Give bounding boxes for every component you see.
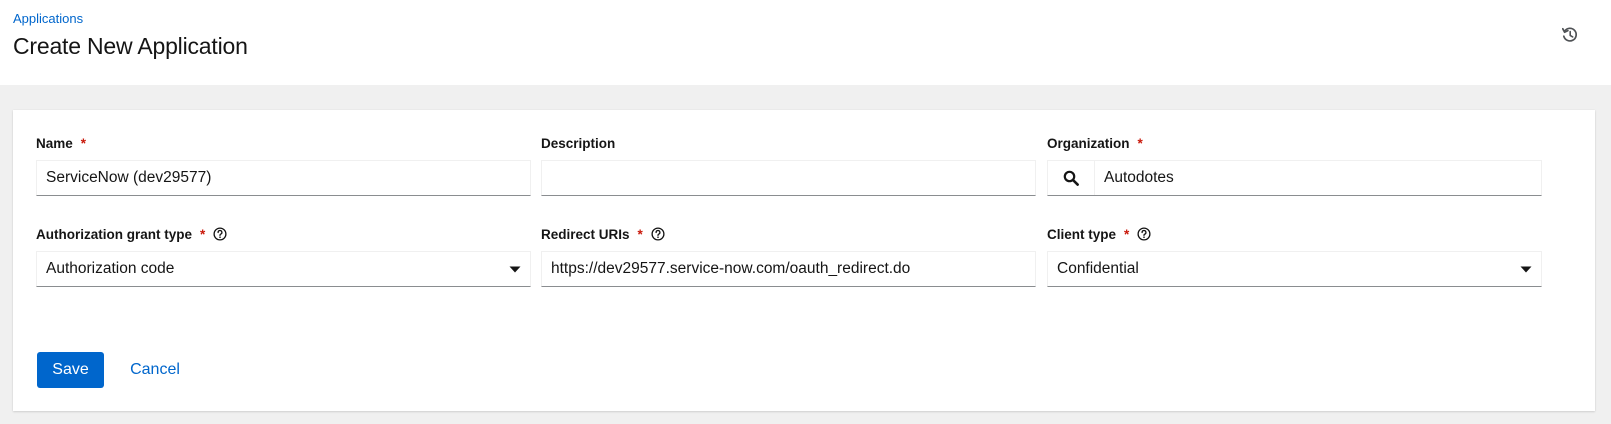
redirect-uris-label-row: Redirect URIs *: [541, 225, 1036, 243]
redirect-uris-input-wrapper: [541, 251, 1036, 287]
redirect-uris-input[interactable]: [542, 252, 1035, 286]
page-title: Create New Application: [13, 33, 248, 59]
redirect-uris-label: Redirect URIs: [541, 226, 630, 242]
help-icon: [213, 227, 227, 241]
redirect-uris-help-button[interactable]: [651, 227, 665, 241]
organization-lookup: [1047, 160, 1542, 196]
grant-type-help-button[interactable]: [213, 227, 227, 241]
grant-type-select[interactable]: Authorization code: [36, 251, 531, 287]
grant-type-label-row: Authorization grant type *: [36, 225, 531, 243]
name-field: Name *: [36, 134, 531, 196]
application-form-card: Name * Description Organization *: [13, 110, 1595, 411]
search-icon: [1063, 170, 1079, 186]
required-mark: *: [80, 135, 87, 151]
page-header: Applications Create New Application: [0, 0, 1611, 85]
help-icon: [651, 227, 665, 241]
history-icon: [1562, 27, 1578, 42]
name-label-row: Name *: [36, 134, 531, 152]
required-mark: *: [637, 226, 643, 242]
grant-type-value: Authorization code: [46, 260, 175, 277]
required-mark: *: [1137, 135, 1143, 151]
description-field: Description: [541, 134, 1036, 196]
caret-down-icon: [1520, 265, 1532, 273]
name-label: Name: [36, 135, 73, 151]
organization-input[interactable]: [1095, 161, 1541, 195]
description-input[interactable]: [542, 161, 1035, 195]
client-type-label: Client type: [1047, 226, 1117, 242]
grant-type-label: Authorization grant type: [36, 226, 192, 242]
cancel-button[interactable]: Cancel: [118, 352, 192, 388]
description-label: Description: [541, 135, 616, 151]
organization-label-row: Organization *: [1047, 134, 1542, 152]
description-input-wrapper: [541, 160, 1036, 196]
required-mark: *: [1124, 226, 1130, 242]
organization-label: Organization: [1047, 135, 1130, 151]
breadcrumb-applications[interactable]: Applications: [13, 11, 83, 26]
save-button[interactable]: Save: [37, 352, 104, 388]
name-input-wrapper: [36, 160, 531, 196]
organization-field: Organization *: [1047, 134, 1542, 196]
client-type-field: Client type * Confidential: [1047, 225, 1542, 287]
required-mark: *: [200, 226, 206, 242]
caret-down-icon: [509, 265, 521, 273]
history-button[interactable]: [1558, 23, 1582, 47]
client-type-label-row: Client type *: [1047, 225, 1542, 243]
help-icon: [1137, 227, 1151, 241]
client-type-help-button[interactable]: [1137, 227, 1151, 241]
client-type-value: Confidential: [1057, 260, 1139, 277]
description-label-row: Description: [541, 134, 1036, 152]
grant-type-field: Authorization grant type * Authorization…: [36, 225, 531, 287]
redirect-uris-field: Redirect URIs *: [541, 225, 1036, 287]
client-type-select[interactable]: Confidential: [1047, 251, 1542, 287]
organization-search-button[interactable]: [1048, 161, 1095, 195]
name-input[interactable]: [37, 161, 530, 195]
